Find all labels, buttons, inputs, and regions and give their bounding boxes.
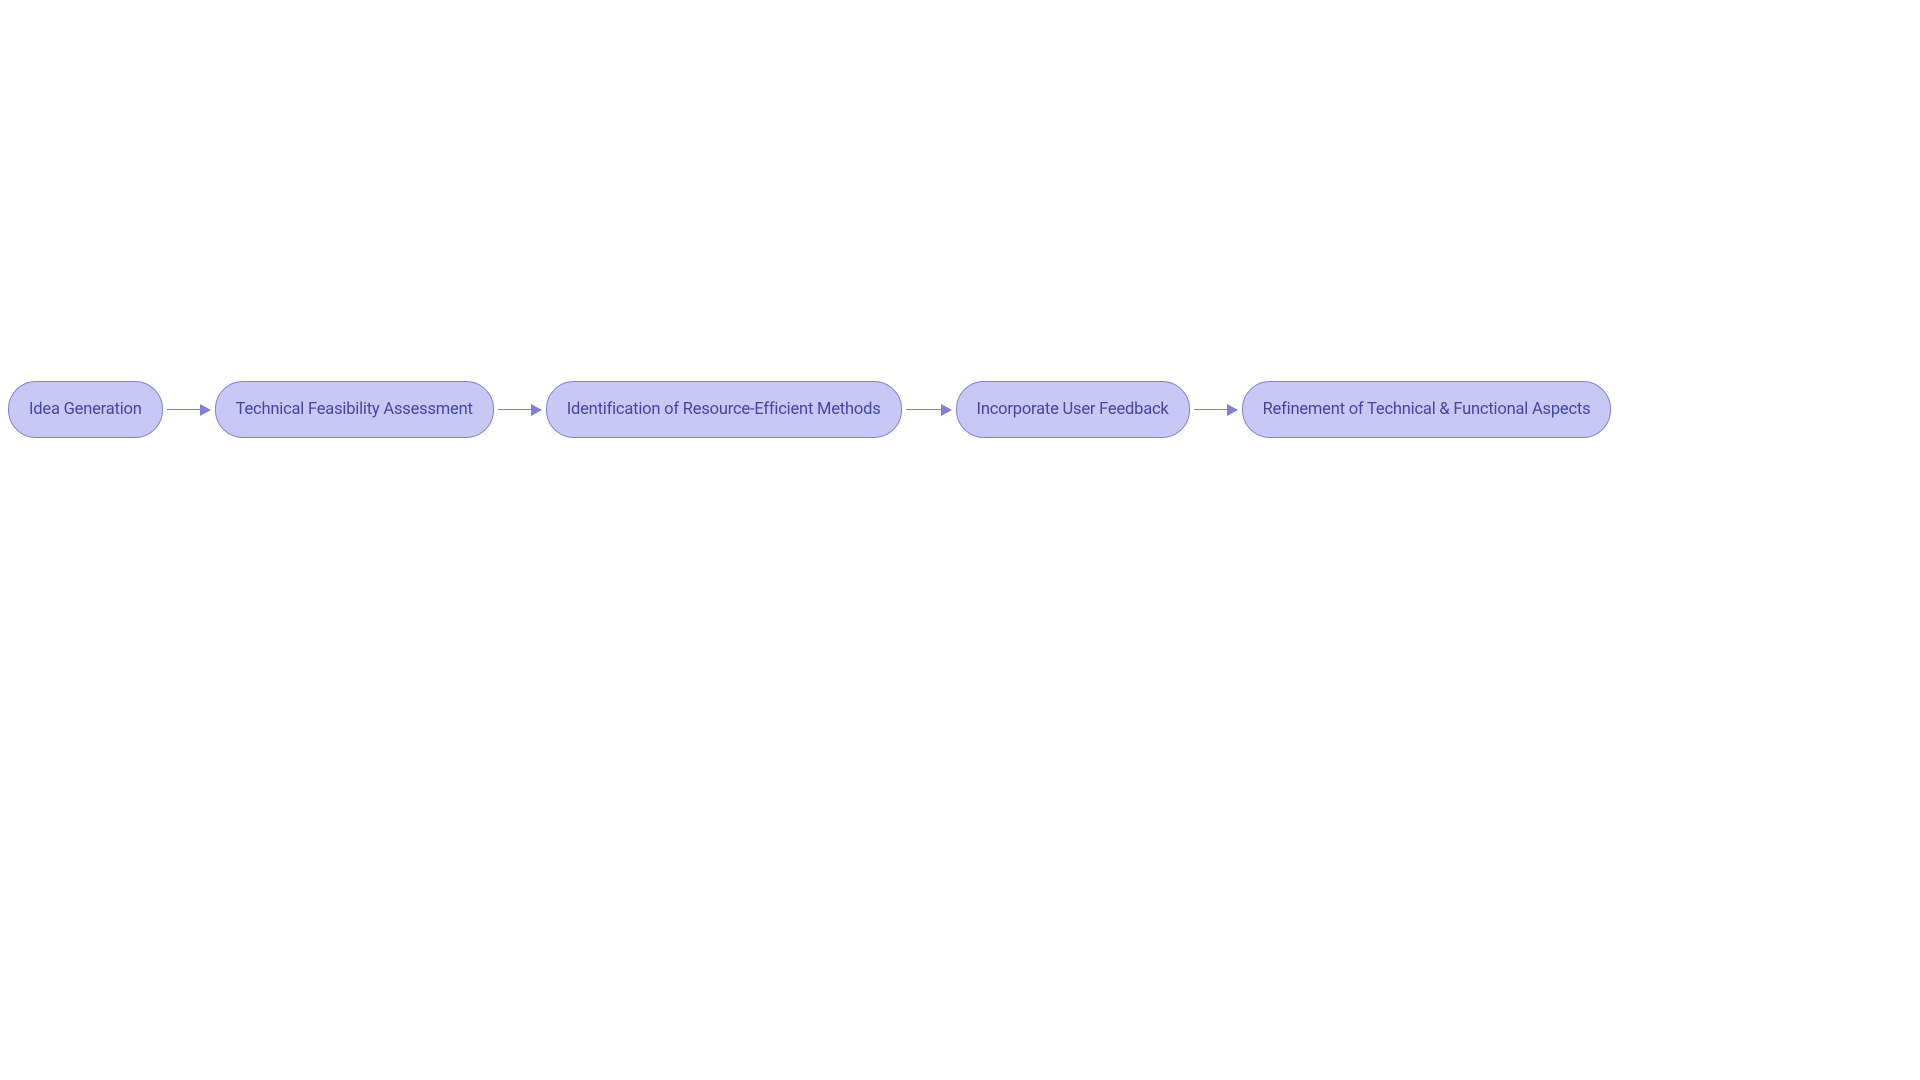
arrowhead-icon — [1227, 404, 1238, 416]
node-label: Incorporate User Feedback — [977, 400, 1169, 419]
connector-line — [498, 409, 532, 411]
connector-line — [167, 409, 201, 411]
node-label: Technical Feasibility Assessment — [236, 400, 473, 419]
connector-line — [1194, 409, 1228, 411]
connector-arrow — [167, 404, 211, 416]
arrowhead-icon — [941, 404, 952, 416]
node-refinement: Refinement of Technical & Functional Asp… — [1242, 381, 1612, 438]
connector-line — [906, 409, 942, 411]
node-resource-efficient-methods: Identification of Resource-Efficient Met… — [546, 381, 902, 438]
flowchart-diagram: Idea Generation Technical Feasibility As… — [0, 381, 1920, 438]
node-user-feedback: Incorporate User Feedback — [956, 381, 1190, 438]
node-label: Idea Generation — [29, 400, 142, 419]
node-label: Identification of Resource-Efficient Met… — [567, 400, 881, 419]
node-technical-feasibility: Technical Feasibility Assessment — [215, 381, 494, 438]
node-idea-generation: Idea Generation — [8, 381, 163, 438]
connector-arrow — [1194, 404, 1238, 416]
arrowhead-icon — [200, 404, 211, 416]
node-label: Refinement of Technical & Functional Asp… — [1263, 400, 1591, 419]
arrowhead-icon — [531, 404, 542, 416]
connector-arrow — [906, 404, 952, 416]
connector-arrow — [498, 404, 542, 416]
